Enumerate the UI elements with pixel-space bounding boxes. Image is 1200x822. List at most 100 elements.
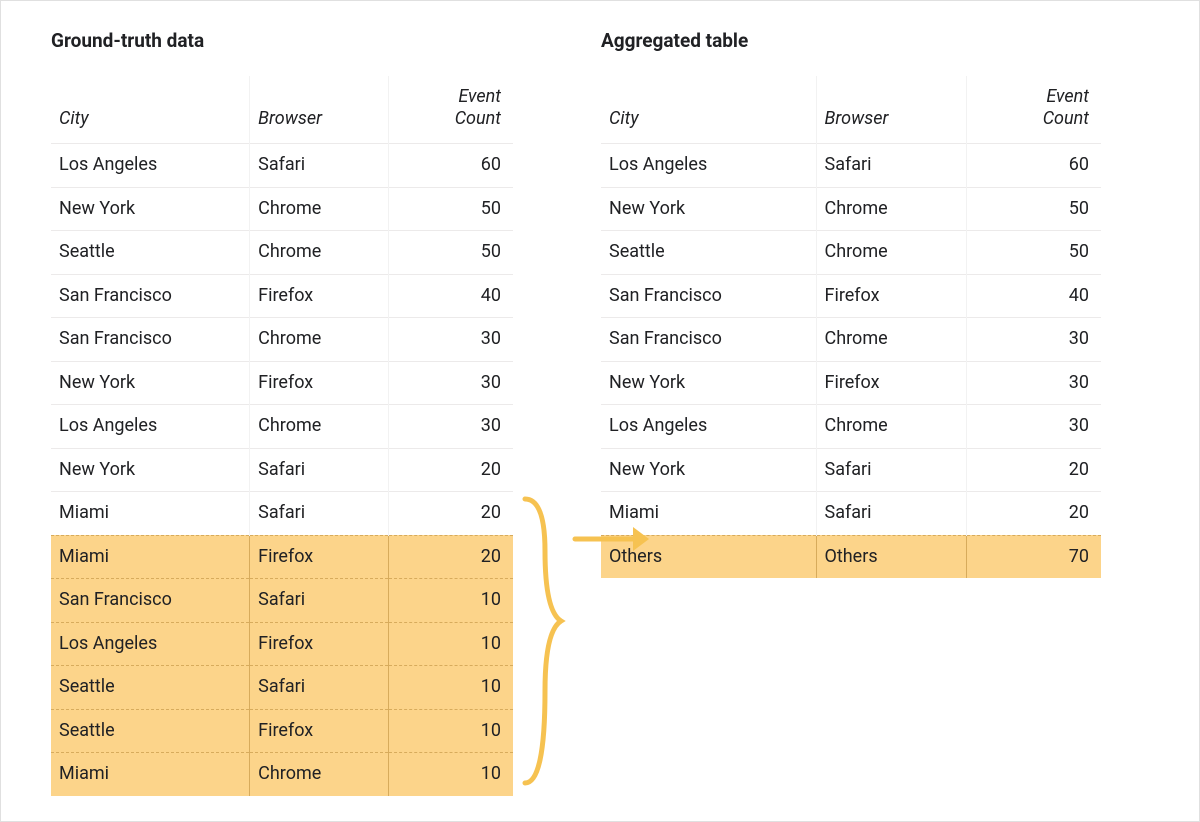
- cell-event-count: 30: [966, 318, 1101, 362]
- table-row: San FranciscoChrome30: [51, 318, 513, 362]
- col-header-city: City: [601, 76, 816, 144]
- cell-city: Seattle: [601, 231, 816, 275]
- cell-city: San Francisco: [51, 579, 250, 623]
- cell-event-count: 10: [388, 709, 513, 753]
- cell-city: Los Angeles: [601, 144, 816, 188]
- cell-city: New York: [601, 361, 816, 405]
- cell-city: San Francisco: [601, 318, 816, 362]
- table-row: MiamiSafari20: [601, 492, 1101, 536]
- cell-event-count: 10: [388, 579, 513, 623]
- cell-event-count: 20: [966, 492, 1101, 536]
- cell-event-count: 30: [388, 405, 513, 449]
- cell-event-count: 50: [966, 187, 1101, 231]
- cell-browser: Chrome: [250, 231, 389, 275]
- cell-browser: Firefox: [250, 622, 389, 666]
- table-row: San FranciscoChrome30: [601, 318, 1101, 362]
- cell-browser: Firefox: [250, 709, 389, 753]
- col-header-city: City: [51, 76, 250, 144]
- cell-event-count: 30: [966, 405, 1101, 449]
- cell-event-count: 30: [388, 361, 513, 405]
- cell-event-count: 60: [388, 144, 513, 188]
- cell-browser: Chrome: [250, 318, 389, 362]
- cell-city: San Francisco: [601, 274, 816, 318]
- table-row: SeattleChrome50: [51, 231, 513, 275]
- cell-event-count: 70: [966, 535, 1101, 578]
- cell-city: Miami: [51, 492, 250, 536]
- cell-event-count: 10: [388, 666, 513, 710]
- table-row: San FranciscoSafari10: [51, 579, 513, 623]
- table-row: SeattleFirefox10: [51, 709, 513, 753]
- cell-browser: Safari: [250, 579, 389, 623]
- table-row: New YorkSafari20: [601, 448, 1101, 492]
- cell-browser: Chrome: [816, 318, 966, 362]
- cell-city: New York: [51, 448, 250, 492]
- cell-browser: Safari: [816, 448, 966, 492]
- cell-browser: Safari: [250, 448, 389, 492]
- cell-event-count: 30: [388, 318, 513, 362]
- cell-event-count: 20: [966, 448, 1101, 492]
- cell-city: Los Angeles: [51, 405, 250, 449]
- cell-event-count: 30: [966, 361, 1101, 405]
- aggregated-panel: Aggregated table City Browser EventCount…: [601, 29, 1101, 793]
- col-header-event-count: EventCount: [966, 76, 1101, 144]
- ground-truth-title: Ground-truth data: [51, 29, 513, 52]
- table-row: OthersOthers70: [601, 535, 1101, 578]
- cell-browser: Chrome: [250, 405, 389, 449]
- cell-browser: Chrome: [816, 187, 966, 231]
- aggregated-title: Aggregated table: [601, 29, 1101, 52]
- table-row: San FranciscoFirefox40: [601, 274, 1101, 318]
- cell-city: San Francisco: [51, 274, 250, 318]
- cell-event-count: 10: [388, 753, 513, 796]
- cell-city: New York: [51, 361, 250, 405]
- cell-event-count: 40: [966, 274, 1101, 318]
- cell-city: San Francisco: [51, 318, 250, 362]
- col-header-browser: Browser: [250, 76, 389, 144]
- cell-browser: Firefox: [816, 274, 966, 318]
- cell-browser: Safari: [250, 666, 389, 710]
- cell-city: Miami: [601, 492, 816, 536]
- table-row: Los AngelesChrome30: [601, 405, 1101, 449]
- cell-city: Los Angeles: [51, 622, 250, 666]
- cell-browser: Chrome: [816, 231, 966, 275]
- cell-event-count: 50: [388, 187, 513, 231]
- cell-event-count: 50: [388, 231, 513, 275]
- table-row: San FranciscoFirefox40: [51, 274, 513, 318]
- cell-city: Los Angeles: [601, 405, 816, 449]
- cell-city: Los Angeles: [51, 144, 250, 188]
- table-row: MiamiFirefox20: [51, 535, 513, 579]
- cell-browser: Safari: [816, 144, 966, 188]
- table-row: Los AngelesChrome30: [51, 405, 513, 449]
- table-row: Los AngelesFirefox10: [51, 622, 513, 666]
- table-row: Los AngelesSafari60: [51, 144, 513, 188]
- cell-city: Others: [601, 535, 816, 578]
- cell-city: Miami: [51, 753, 250, 796]
- cell-event-count: 50: [966, 231, 1101, 275]
- ground-truth-table: City Browser EventCount Los AngelesSafar…: [51, 76, 513, 796]
- table-row: Los AngelesSafari60: [601, 144, 1101, 188]
- table-row: New YorkFirefox30: [51, 361, 513, 405]
- cell-city: Seattle: [51, 231, 250, 275]
- cell-browser: Safari: [250, 144, 389, 188]
- cell-browser: Firefox: [250, 274, 389, 318]
- cell-city: New York: [51, 187, 250, 231]
- col-header-event-count: EventCount: [388, 76, 513, 144]
- table-row: New YorkChrome50: [601, 187, 1101, 231]
- cell-event-count: 20: [388, 492, 513, 536]
- cell-city: Seattle: [51, 709, 250, 753]
- cell-browser: Safari: [250, 492, 389, 536]
- cell-browser: Chrome: [250, 187, 389, 231]
- ground-truth-panel: Ground-truth data City Browser EventCoun…: [51, 29, 513, 793]
- cell-event-count: 20: [388, 535, 513, 579]
- cell-city: New York: [601, 448, 816, 492]
- cell-city: New York: [601, 187, 816, 231]
- table-row: SeattleSafari10: [51, 666, 513, 710]
- cell-browser: Firefox: [250, 535, 389, 579]
- cell-event-count: 20: [388, 448, 513, 492]
- cell-city: Seattle: [51, 666, 250, 710]
- table-row: SeattleChrome50: [601, 231, 1101, 275]
- cell-browser: Firefox: [250, 361, 389, 405]
- table-row: New YorkFirefox30: [601, 361, 1101, 405]
- table-row: MiamiSafari20: [51, 492, 513, 536]
- cell-browser: Chrome: [816, 405, 966, 449]
- cell-event-count: 60: [966, 144, 1101, 188]
